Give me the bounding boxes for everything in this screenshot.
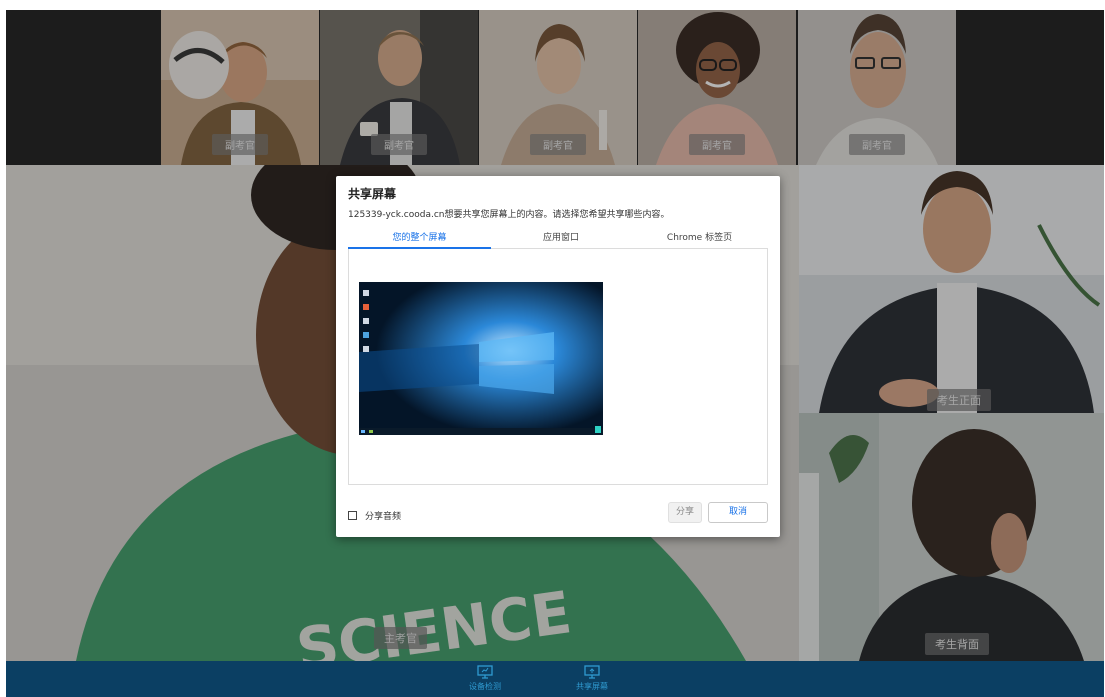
source-preview-panel — [348, 249, 768, 485]
share-button[interactable]: 分享 — [668, 502, 702, 523]
screen-thumbnail[interactable] — [359, 282, 603, 435]
share-audio-label: 分享音频 — [365, 512, 402, 522]
share-screen-button[interactable]: 共享屏幕 — [562, 665, 622, 692]
device-check-label: 设备检测 — [469, 682, 501, 691]
dialog-description: 125339-yck.cooda.cn想要共享您屏幕上的内容。请选择您希望共享哪… — [348, 210, 670, 220]
cancel-button[interactable]: 取消 — [708, 502, 768, 523]
tab-entire-screen[interactable]: 您的整个屏幕 — [348, 230, 491, 249]
dialog-title: 共享屏幕 — [348, 187, 397, 201]
windows-desktop-preview — [359, 282, 603, 435]
tab-application-window[interactable]: 应用窗口 — [491, 230, 631, 249]
share-screen-label: 共享屏幕 — [576, 682, 608, 691]
device-check-button[interactable]: 设备检测 — [455, 665, 515, 692]
share-source-tabs: 您的整个屏幕 应用窗口 Chrome 标签页 — [348, 227, 768, 249]
tab-chrome-tab[interactable]: Chrome 标签页 — [631, 230, 768, 249]
share-screen-icon — [584, 665, 600, 679]
bottom-toolbar: 设备检测 共享屏幕 — [6, 661, 1104, 697]
share-audio-checkbox[interactable] — [348, 511, 357, 520]
monitor-icon — [477, 665, 493, 679]
share-audio-option[interactable]: 分享音频 — [348, 509, 401, 522]
share-screen-dialog: 共享屏幕 125339-yck.cooda.cn想要共享您屏幕上的内容。请选择您… — [336, 176, 780, 537]
